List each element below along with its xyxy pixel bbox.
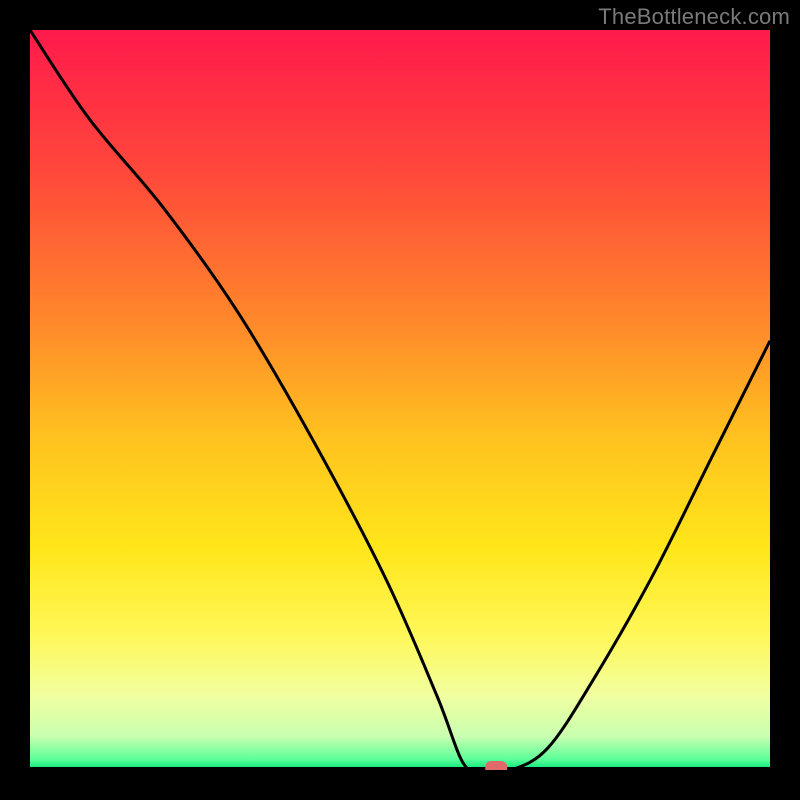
bottleneck-chart [30, 30, 770, 770]
optimal-point-marker [485, 761, 507, 770]
app-frame: TheBottleneck.com [0, 0, 800, 800]
chart-svg [30, 30, 770, 770]
watermark-text: TheBottleneck.com [598, 4, 790, 30]
chart-background-gradient [30, 30, 770, 770]
